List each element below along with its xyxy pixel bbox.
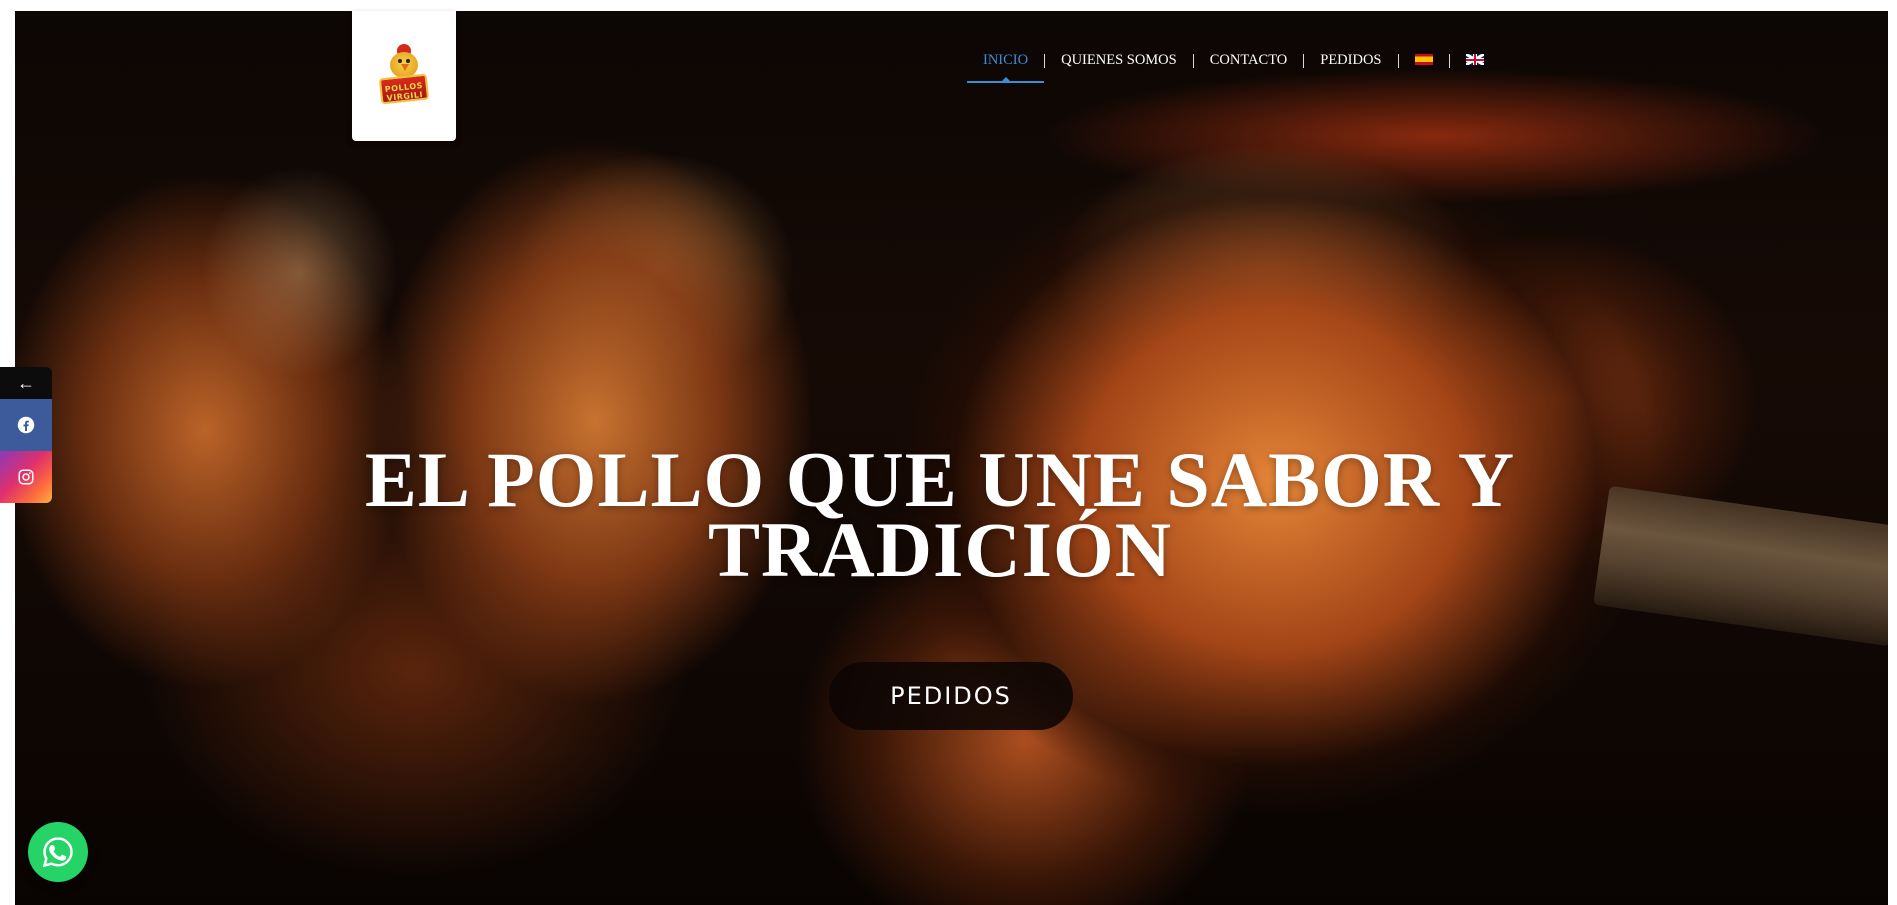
language-english[interactable]	[1450, 44, 1500, 81]
facebook-icon	[17, 416, 35, 434]
whatsapp-button[interactable]	[28, 822, 88, 882]
page: POLLOS VIRGILI INICIO QUIENES SOMOS CONT…	[0, 0, 1897, 905]
spain-flag-icon	[1414, 54, 1433, 65]
arrow-left-icon: ←	[17, 372, 35, 393]
pedidos-button[interactable]: PEDIDOS	[829, 662, 1073, 730]
rotisserie-spit	[1593, 485, 1888, 647]
rooster-logo-icon: POLLOS VIRGILI	[378, 44, 430, 108]
uk-flag-icon	[1465, 54, 1484, 65]
hero-title: EL POLLO QUE UNE SABOR Y TRADICIÓN	[364, 436, 1516, 593]
nav-item-inicio[interactable]: INICIO	[967, 44, 1045, 83]
facebook-link[interactable]	[0, 399, 52, 451]
main-nav: INICIO QUIENES SOMOS CONTACTO PEDIDOS	[967, 44, 1500, 83]
nav-item-quienes-somos[interactable]: QUIENES SOMOS	[1045, 44, 1193, 81]
instagram-icon	[18, 469, 34, 485]
logo-text: POLLOS VIRGILI	[384, 81, 424, 103]
nav-item-pedidos[interactable]: PEDIDOS	[1304, 44, 1397, 81]
language-spanish[interactable]	[1399, 44, 1449, 81]
site-logo[interactable]: POLLOS VIRGILI	[352, 11, 456, 141]
whatsapp-icon	[42, 837, 73, 868]
nav-item-contacto[interactable]: CONTACTO	[1194, 44, 1304, 81]
social-sidebar: ←	[0, 367, 52, 503]
collapse-social-button[interactable]: ←	[0, 367, 52, 399]
instagram-link[interactable]	[0, 451, 52, 503]
